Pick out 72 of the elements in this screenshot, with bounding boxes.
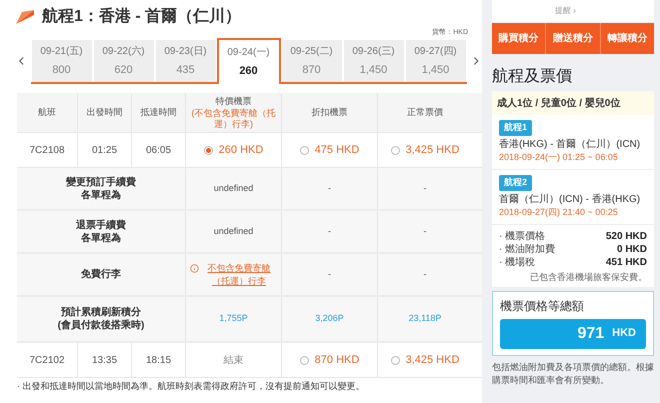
charge-label: · 機票價格 (499, 230, 546, 243)
leg-route: 香港(HKG) - 首爾（仁川）(ICN) (499, 138, 642, 150)
passenger-count: 成人1位 / 兒童0位 / 嬰兒0位 (497, 96, 620, 110)
leg-route: 首爾（仁川）(ICN) - 香港(HKG) (499, 194, 642, 206)
detail-value: - (328, 182, 331, 195)
charge-amount: 520 HKD (606, 230, 647, 243)
charges-note: 已包含香港機場旅客保安費。 (530, 271, 647, 284)
fare-price: 870 HKD (314, 352, 360, 368)
detail-label: 預計累積刷新積分 (會員付款後搭乘時) (17, 297, 186, 341)
flight-number: 7C2108 (29, 144, 65, 158)
date-tab[interactable]: 09-25(二) 870 (282, 40, 342, 82)
total-label: 機票價格等總額 (500, 298, 585, 314)
date-tab[interactable]: 09-26(三) 1,450 (344, 40, 404, 82)
column-header: 特價機票 (不包含免費寄艙（托運）行李) (186, 93, 282, 132)
detail-value: - (424, 182, 426, 195)
radio-button[interactable] (204, 146, 213, 154)
price-note: 包括燃油附加費及各項票價的總額。根據購票時間和匯率會有所變動。 (492, 360, 654, 386)
charge-label: · 機場稅 (499, 256, 536, 269)
leg-badge: 航程2 (499, 175, 532, 190)
arrival-time: 18:15 (146, 354, 172, 368)
date-tab[interactable]: 09-27(四) 1,450 (406, 40, 466, 82)
points-value: 3,206P (315, 312, 344, 326)
radio-button[interactable] (390, 356, 400, 364)
detail-value: - (424, 224, 426, 238)
fare-price: 260 HKD (218, 142, 264, 158)
flight-number: 7C2102 (29, 354, 65, 368)
detail-label: 變更預訂手續費 各單程為 (17, 168, 186, 209)
radio-button[interactable] (390, 146, 400, 154)
points-button[interactable]: 贈送積分 (546, 23, 601, 54)
leg-time: 2018-09-27(四) 21:40 ~ 00:25 (499, 206, 619, 218)
departure-time: 01:25 (92, 144, 118, 158)
points-button[interactable]: 購買積分 (492, 23, 546, 54)
fare-price: 3,425 HKD (406, 142, 460, 158)
footnote: · 出發和抵達時間以當地時間為準。航班時刻表需得政府許可，沒有提前通知可以變更。 (17, 380, 366, 392)
charge-label: · 燃油附加費 (499, 243, 556, 256)
departure-time: 13:35 (92, 354, 118, 368)
column-header: 折扣機票 (282, 93, 378, 132)
date-tab[interactable]: 09-23(日) 435 (156, 40, 216, 82)
summary-title: 航程及票價 (492, 67, 573, 87)
column-header: 抵達時間 (132, 93, 186, 132)
detail-label: 免費行李 (17, 254, 186, 295)
detail-value: - (424, 268, 426, 281)
column-header: 出發時間 (78, 93, 132, 132)
detail-value: undefined (214, 224, 254, 238)
column-header: 航班 (17, 93, 78, 132)
total-amount-box: 971 HKD (500, 318, 646, 348)
radio-button[interactable] (300, 146, 309, 154)
flag-icon (16, 10, 34, 24)
points-button[interactable]: 轉讓積分 (600, 23, 654, 54)
info-icon (190, 264, 199, 272)
date-tab[interactable]: 09-24(一) 260 (216, 38, 280, 84)
baggage-link[interactable]: 不包含免費寄艙（托運）行李 (201, 262, 277, 288)
date-tab[interactable]: 09-22(六) 620 (94, 40, 154, 82)
date-tab[interactable]: 09-21(五) 800 (32, 40, 92, 82)
detail-label: 退票手續費 各單程為 (17, 211, 186, 252)
detail-value: - (328, 268, 331, 281)
leg-badge: 航程1 (499, 120, 532, 136)
detail-value: undefined (214, 182, 254, 195)
points-value: 23,118P (408, 312, 442, 326)
charge-amount: 0 HKD (616, 243, 647, 256)
column-header: 正常票價 (406, 106, 444, 119)
fare-status: 結束 (224, 354, 244, 368)
radio-button[interactable] (300, 356, 309, 364)
reminder-link[interactable]: 提醒 › (555, 5, 576, 17)
segment-title: 航程1：香港 - 首爾（仁川） (42, 6, 242, 27)
fare-price: 475 HKD (314, 142, 360, 158)
charge-amount: 451 HKD (606, 256, 647, 269)
detail-value: - (328, 224, 331, 238)
leg-time: 2018-09-24(一) 01:25 ~ 06:05 (499, 150, 619, 162)
points-value: 1,755P (219, 312, 248, 326)
fare-price: 3,425 HKD (406, 352, 460, 368)
arrival-time: 06:05 (146, 144, 172, 158)
